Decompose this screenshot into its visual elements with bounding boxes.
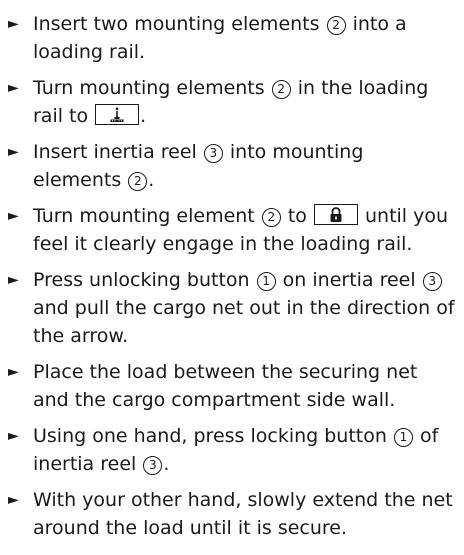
instruction-step: ► Using one hand, press locking button 1 … [8,422,456,478]
bullet-arrow-icon: ► [8,144,19,160]
step-text: on inertia reel [276,269,422,291]
callout-number: 3 [422,272,442,291]
instruction-list: ► Insert two mounting elements 2 into a l… [0,0,456,542]
step-text: Insert inertia reel [33,141,203,163]
bullet-arrow-icon: ► [8,16,19,32]
callout-number: 2 [128,172,148,191]
instruction-step: ► Place the load between the securing net… [8,358,456,414]
bullet-arrow-icon: ► [8,364,19,380]
instruction-step: ► Insert two mounting elements 2 into a l… [8,10,456,66]
step-text: Insert two mounting elements [33,13,326,35]
callout-number: 1 [256,272,276,291]
instruction-step: ► Turn mounting elements 2 in the loading… [8,74,456,130]
step-text: to [281,205,313,227]
callout-number: 3 [203,144,223,163]
step-text: With your other hand, slowly extend the … [33,489,453,539]
step-text: Place the load between the securing net … [33,361,418,411]
instruction-step: ► Press unlocking button 1 on inertia ree… [8,266,456,350]
step-text: . [140,105,147,127]
step-text: and pull the cargo net out in the direct… [33,297,455,347]
step-text: Turn mounting element [33,205,261,227]
step-text: Press unlocking button [33,269,256,291]
callout-number: 2 [261,208,281,227]
bullet-arrow-icon: ► [8,208,19,224]
callout-number: 1 [393,428,413,447]
bullet-arrow-icon: ► [8,428,19,444]
step-text: . [148,169,155,191]
padlock-icon [313,204,358,225]
bullet-arrow-icon: ► [8,272,19,288]
step-text: Turn mounting elements [33,77,271,99]
instruction-step: ► Turn mounting element 2 to until you fe… [8,202,456,258]
callout-number: 2 [271,80,291,99]
bullet-arrow-icon: ► [8,492,19,508]
unlock-symbol-icon [95,104,140,125]
bullet-arrow-icon: ► [8,80,19,96]
callout-number: 3 [143,456,163,475]
step-text: . [163,453,170,475]
callout-number: 2 [326,16,346,35]
instruction-step: ► With your other hand, slowly extend the… [8,486,456,542]
step-text: Using one hand, press locking button [33,425,393,447]
instruction-step: ► Insert inertia reel 3 into mounting ele… [8,138,456,194]
